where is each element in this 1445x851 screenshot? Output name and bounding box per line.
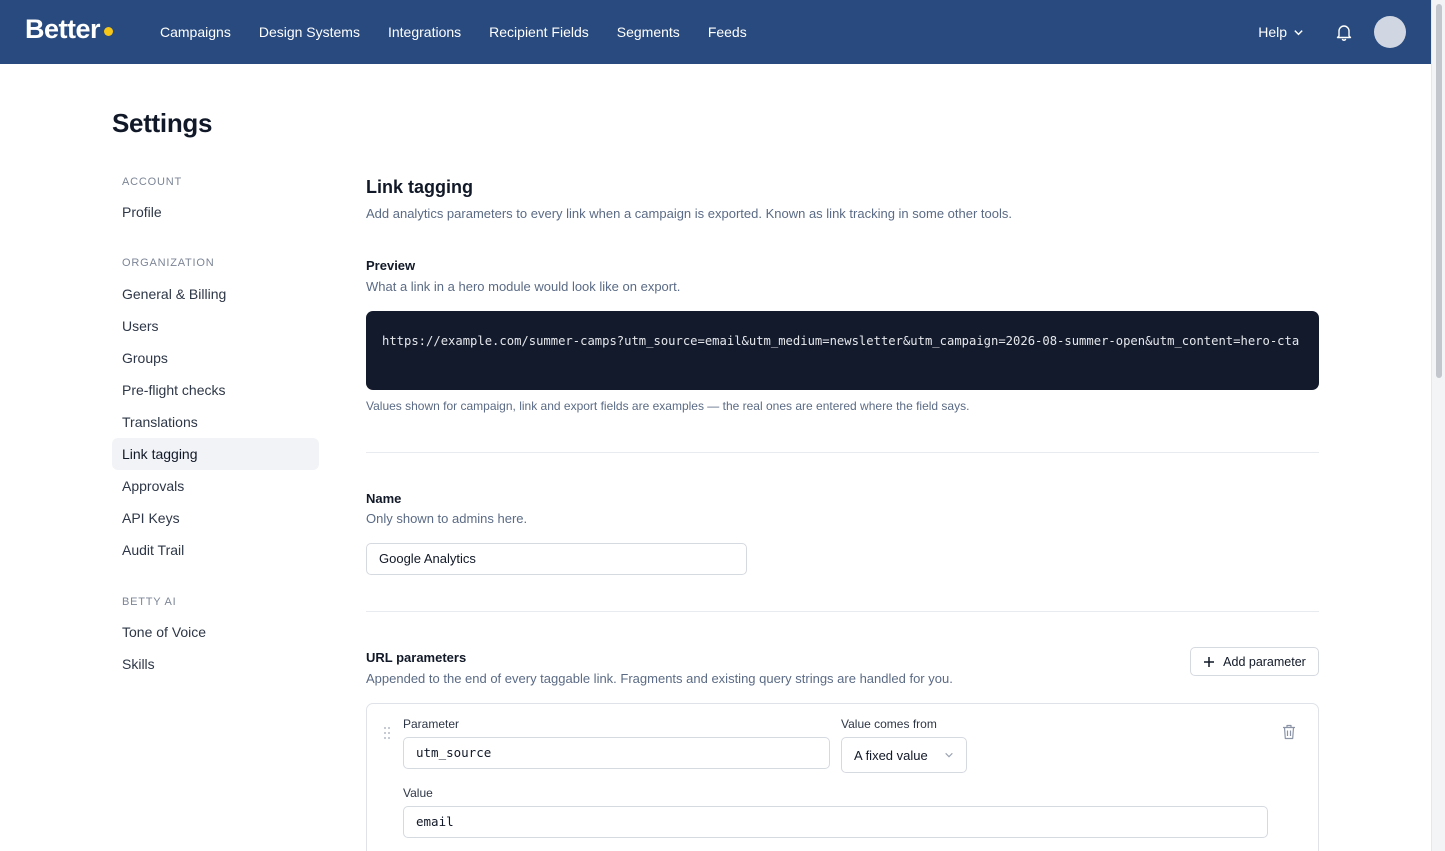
sidebar-section-heading: ACCOUNT — [122, 176, 182, 188]
bell-icon[interactable] — [1334, 22, 1354, 42]
help-label: Help — [1258, 24, 1287, 40]
avatar[interactable] — [1374, 16, 1406, 48]
scrollbar-thumb[interactable] — [1436, 4, 1442, 378]
parameter-input[interactable]: utm_source — [403, 737, 830, 769]
sidebar-item-preflight-checks[interactable]: Pre-flight checks — [112, 374, 319, 406]
sidebar-section-heading: BETTY AI — [122, 596, 177, 608]
divider — [366, 452, 1319, 453]
name-input[interactable]: Google Analytics — [366, 543, 747, 575]
name-description: Only shown to admins here. — [366, 511, 528, 526]
url-parameters-description: Appended to the end of every taggable li… — [366, 671, 953, 686]
trash-icon[interactable] — [1282, 724, 1298, 742]
nav-item-feeds[interactable]: Feeds — [708, 24, 747, 40]
nav-right: Help — [1258, 0, 1406, 64]
name-label: Name — [366, 491, 402, 506]
drag-handle-icon[interactable] — [383, 726, 391, 740]
sidebar-item-groups[interactable]: Groups — [112, 342, 319, 374]
chevron-down-icon — [1294, 29, 1303, 35]
section-title: Link tagging — [366, 177, 473, 197]
section-description: Add analytics parameters to every link w… — [366, 206, 1012, 221]
sidebar-item-general-billing[interactable]: General & Billing — [112, 278, 319, 310]
divider — [366, 611, 1319, 612]
sidebar-item-link-tagging[interactable]: Link tagging — [112, 438, 319, 470]
add-parameter-button[interactable]: Add parameter — [1190, 647, 1319, 676]
sidebar-section-heading: ORGANIZATION — [122, 257, 215, 269]
sidebar-item-approvals[interactable]: Approvals — [112, 470, 319, 502]
value-input[interactable]: email — [403, 806, 1268, 838]
parameter-label: Parameter — [403, 717, 460, 731]
nav-item-integrations[interactable]: Integrations — [388, 24, 461, 40]
nav-item-segments[interactable]: Segments — [617, 24, 680, 40]
add-parameter-label: Add parameter — [1223, 654, 1306, 669]
sidebar-item-audit-trail[interactable]: Audit Trail — [112, 534, 319, 566]
logo-dot-icon — [104, 27, 114, 36]
nav-item-campaigns[interactable]: Campaigns — [160, 24, 231, 40]
sidebar-item-translations[interactable]: Translations — [112, 406, 319, 438]
sidebar-item-tone-of-voice[interactable]: Tone of Voice — [112, 616, 319, 648]
nav-item-recipient-fields[interactable]: Recipient Fields — [489, 24, 589, 40]
value-source-label: Value comes from — [841, 717, 937, 731]
preview-note: Values shown for campaign, link and expo… — [366, 399, 970, 413]
page-scrollbar[interactable] — [1431, 0, 1445, 851]
value-source-selected: A fixed value — [854, 747, 928, 763]
help-menu[interactable]: Help — [1258, 24, 1304, 40]
preview-url-block: https://example.com/summer-camps?utm_sou… — [366, 311, 1319, 390]
sidebar-item-skills[interactable]: Skills — [112, 648, 319, 680]
value-source-select[interactable]: A fixed value — [841, 737, 967, 773]
url-parameters-label: URL parameters — [366, 650, 467, 665]
sidebar-item-users[interactable]: Users — [112, 310, 319, 342]
nav-item-design-systems[interactable]: Design Systems — [259, 24, 360, 40]
settings-sidebar: ACCOUNT Profile ORGANIZATION General & B… — [112, 174, 319, 680]
preview-url: https://example.com/summer-camps?utm_sou… — [382, 334, 1300, 348]
chevron-down-icon — [945, 752, 953, 758]
logo-text: Better — [25, 14, 101, 44]
page-title: Settings — [112, 108, 213, 138]
preview-description: What a link in a hero module would look … — [366, 279, 681, 294]
sidebar-item-profile[interactable]: Profile — [112, 196, 319, 228]
parameter-card: Parameter utm_source Value comes from A … — [366, 703, 1319, 851]
sidebar-item-api-keys[interactable]: API Keys — [112, 502, 319, 534]
nav-menu: Campaigns Design Systems Integrations Re… — [160, 0, 747, 64]
logo[interactable]: Better — [25, 14, 114, 45]
value-label: Value — [403, 786, 433, 800]
top-nav: Better Campaigns Design Systems Integrat… — [0, 0, 1431, 64]
plus-icon — [1204, 656, 1215, 667]
preview-label: Preview — [366, 258, 416, 273]
